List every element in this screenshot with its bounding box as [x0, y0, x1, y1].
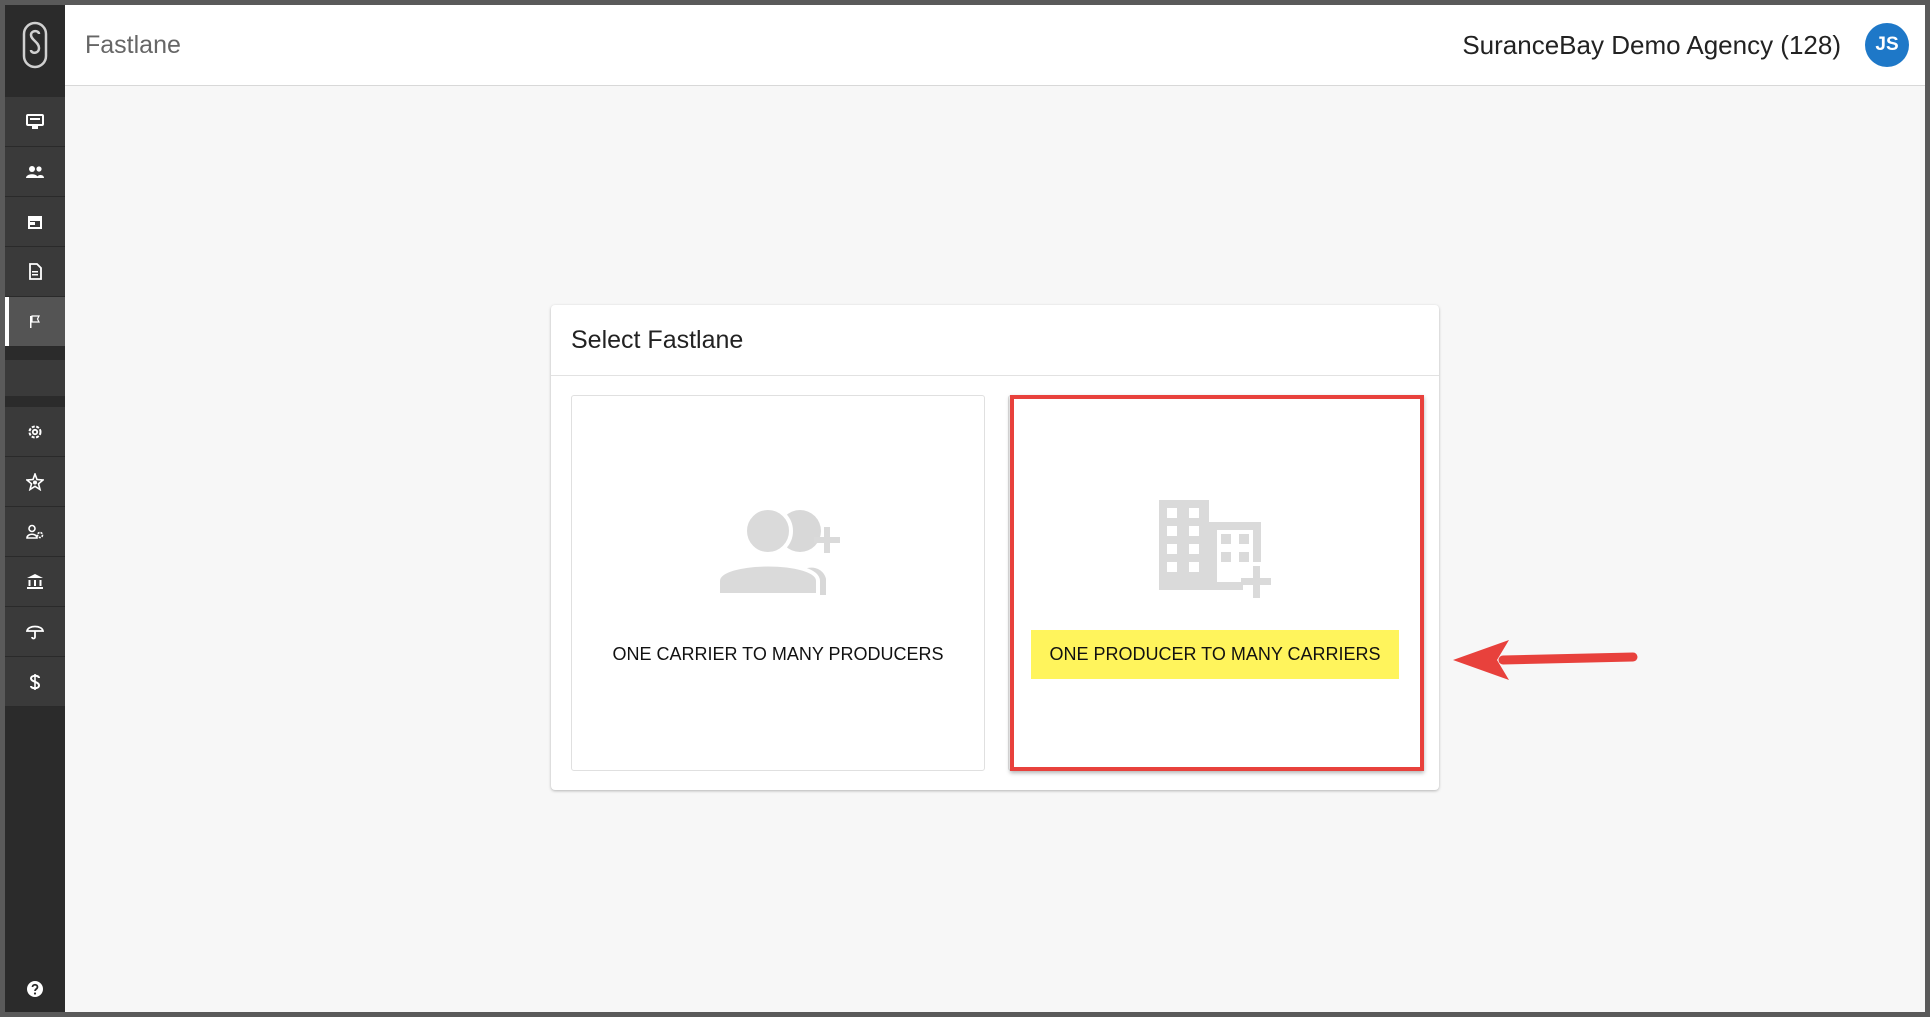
sidebar-item-store[interactable]: [5, 197, 65, 247]
star-badge-icon: [26, 472, 44, 491]
sidebar-spacer: [5, 360, 65, 396]
help-button[interactable]: [5, 965, 65, 1012]
document-icon: [29, 263, 42, 280]
sidebar-item-fastlane[interactable]: [5, 297, 65, 347]
app-logo[interactable]: [5, 5, 65, 85]
dollar-icon: [29, 673, 41, 690]
sidebar-item-insurance[interactable]: [5, 607, 65, 657]
option-label: ONE CARRIER TO MANY PRODUCERS: [612, 644, 944, 664]
people-icon: [26, 165, 44, 178]
sidebar-item-user-settings[interactable]: [5, 507, 65, 557]
app-window: Fastlane SuranceBay Demo Agency (128) JS…: [5, 5, 1925, 1012]
umbrella-icon: [26, 625, 44, 640]
sidebar-item-bank[interactable]: [5, 557, 65, 607]
store-icon: [28, 215, 42, 229]
option-one-carrier-many-producers[interactable]: ONE CARRIER TO MANY PRODUCERS: [571, 395, 985, 771]
divider: [551, 375, 1439, 376]
sidebar: [5, 5, 65, 1012]
annotation-arrow: [1453, 640, 1638, 680]
monitor-icon: [26, 113, 44, 129]
help-icon: [27, 980, 43, 997]
sidebar-item-documents[interactable]: [5, 247, 65, 297]
sidebar-item-commissions[interactable]: [5, 657, 65, 707]
card-title: Select Fastlane: [571, 326, 744, 354]
avatar[interactable]: JS: [1865, 23, 1909, 67]
top-header: Fastlane SuranceBay Demo Agency (128) JS: [65, 5, 1925, 86]
sidebar-item-dashboard[interactable]: [5, 97, 65, 147]
sidebar-item-awards[interactable]: [5, 457, 65, 507]
bank-icon: [27, 574, 43, 589]
annotation-highlight-box: [1010, 395, 1424, 771]
page-title: Fastlane: [85, 31, 181, 59]
user-settings-icon: [26, 524, 44, 539]
gear-icon: [28, 425, 42, 438]
group-add-icon: [572, 500, 984, 600]
logo-icon: [22, 21, 48, 69]
sidebar-item-people[interactable]: [5, 147, 65, 197]
sidebar-item-settings[interactable]: [5, 407, 65, 457]
flag-icon: [30, 314, 40, 328]
agency-name[interactable]: SuranceBay Demo Agency (128): [1462, 5, 1841, 85]
